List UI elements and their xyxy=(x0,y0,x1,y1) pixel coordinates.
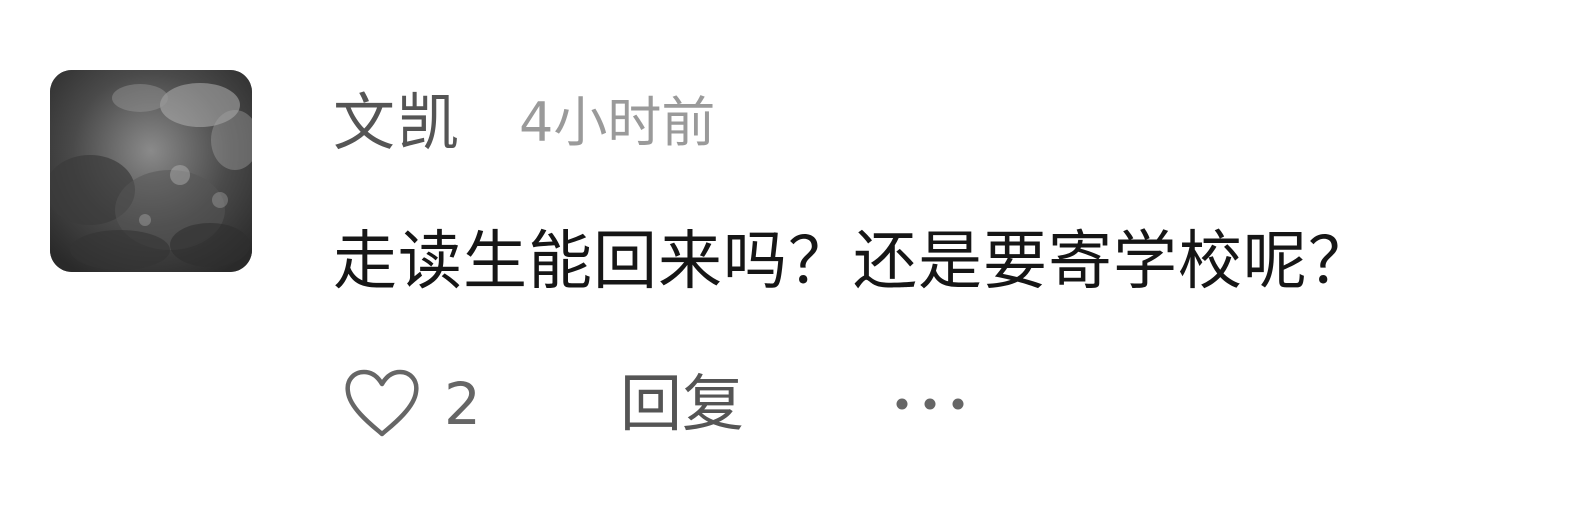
comment-item: 文凯 4小时前 走读生能回来吗？还是要寄学校呢？ 2 回复 xyxy=(0,0,1575,521)
more-button[interactable] xyxy=(888,382,972,426)
timestamp: 4小时前 xyxy=(519,91,716,154)
like-count: 2 xyxy=(444,370,481,438)
reply-button[interactable]: 回复 xyxy=(620,362,744,446)
author-name[interactable]: 文凯 xyxy=(333,88,461,158)
avatar[interactable] xyxy=(50,70,252,272)
comment-text: 走读生能回来吗？还是要寄学校呢？ xyxy=(333,225,1373,299)
like-button[interactable]: 2 xyxy=(340,362,481,446)
comment-actions: 2 回复 xyxy=(340,362,1040,446)
comment-meta: 文凯 4小时前 xyxy=(333,88,715,158)
heart-icon xyxy=(340,362,424,446)
more-dots-icon xyxy=(896,398,964,410)
avatar-image xyxy=(50,70,252,272)
